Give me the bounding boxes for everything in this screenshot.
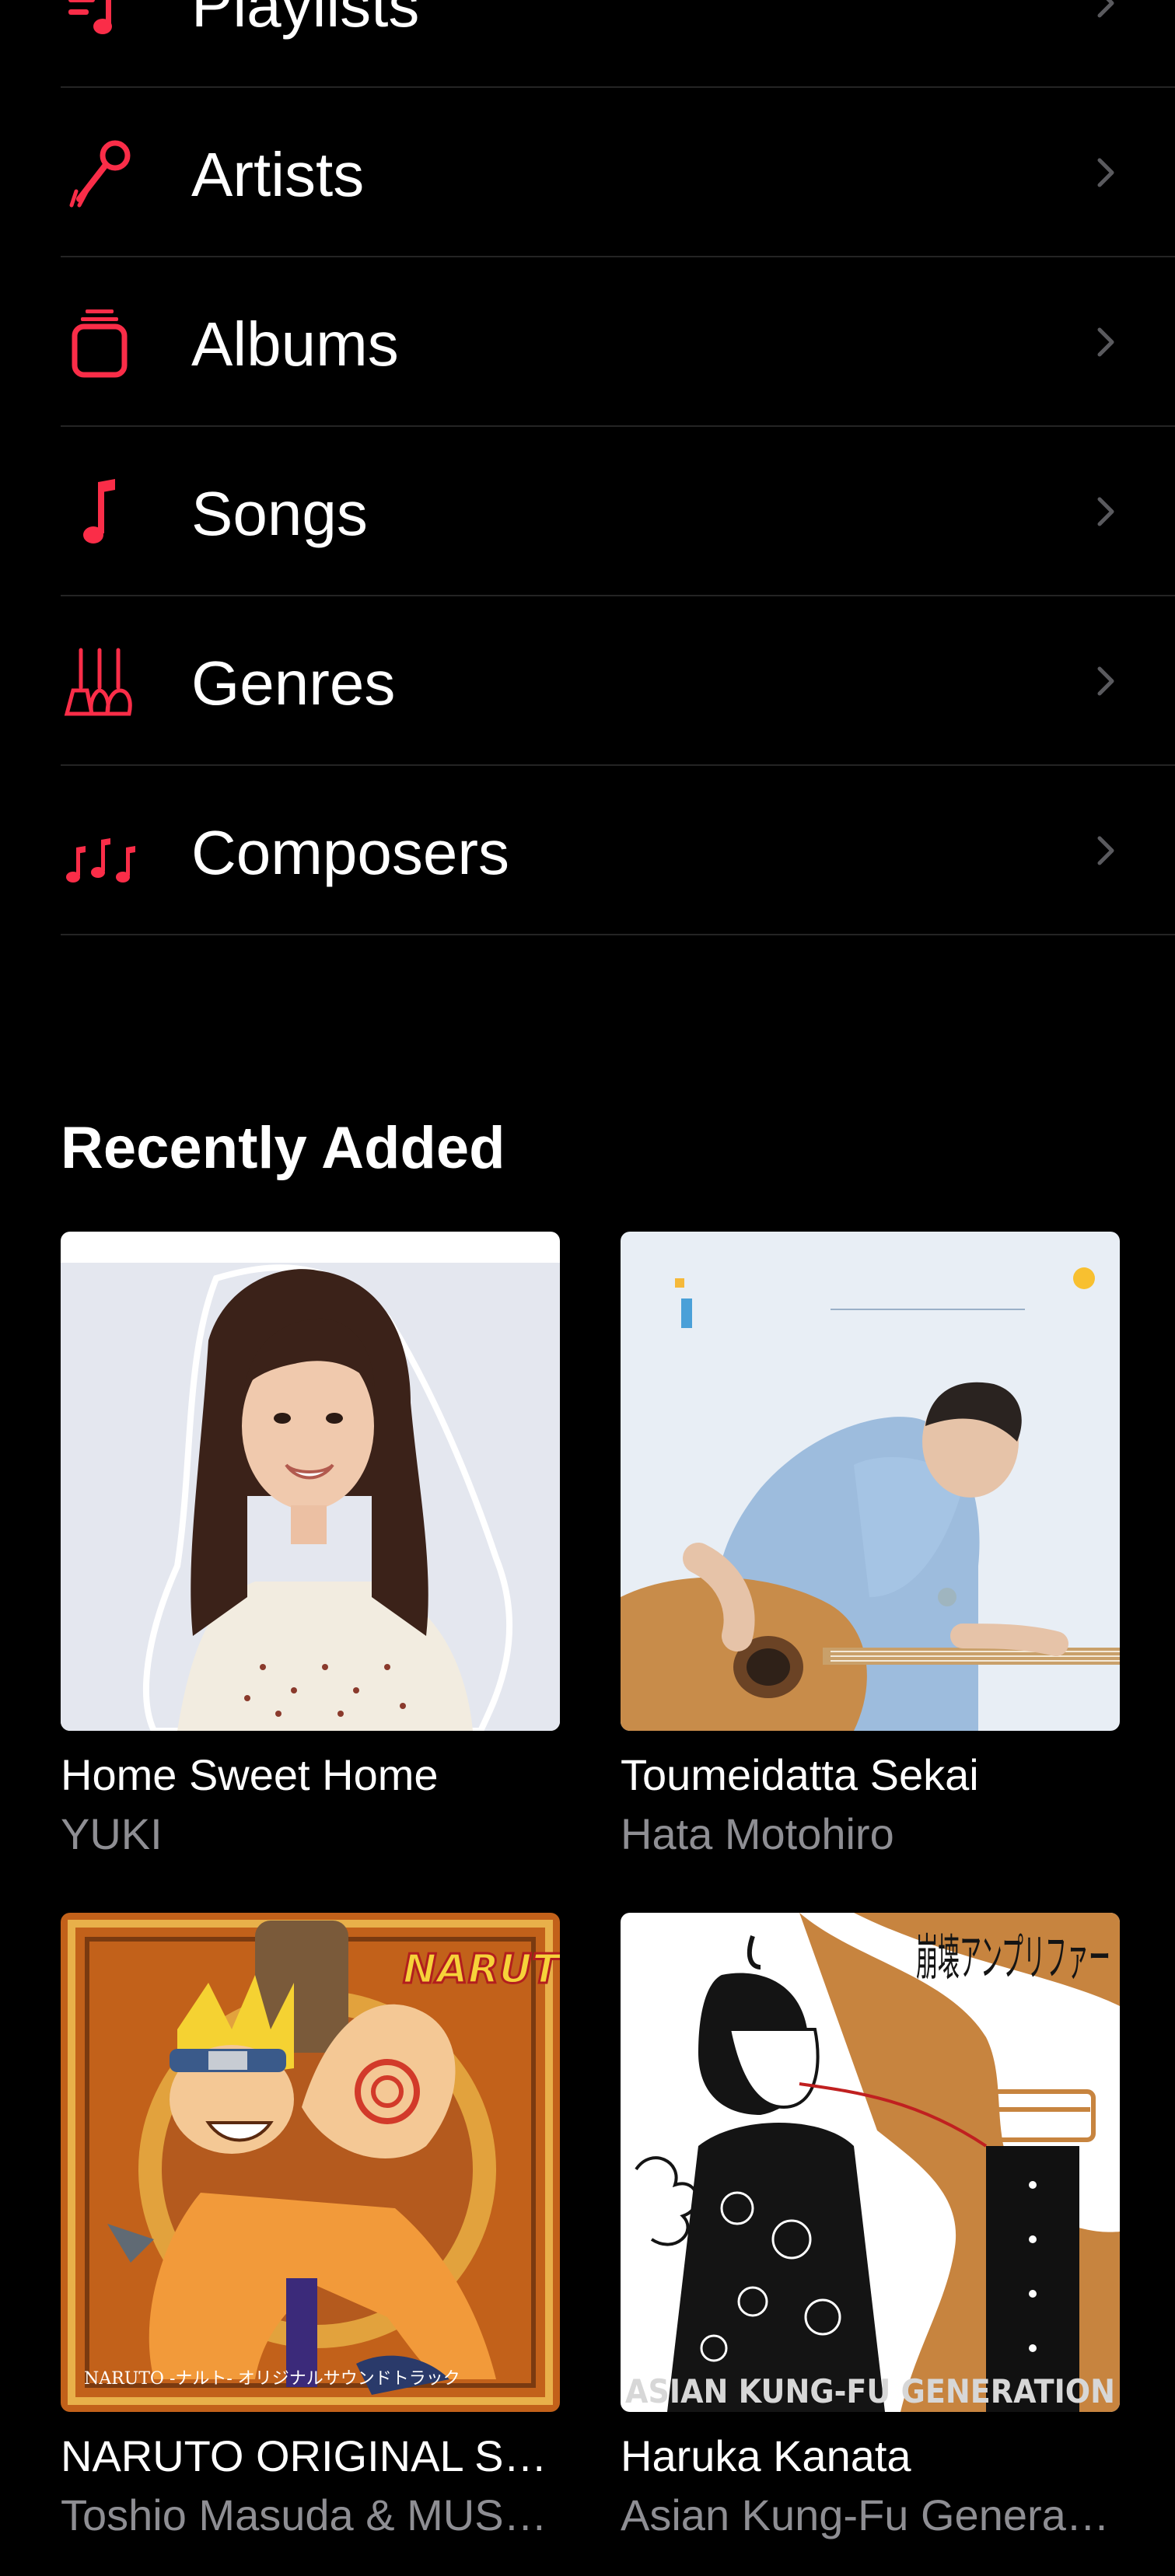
music-note-icon xyxy=(61,473,138,551)
album-title: NARUTO ORIGINAL SOUNDTRACK xyxy=(61,2431,560,2480)
cover-caption: NARUTO -ナルト- オリジナルサウンドトラック xyxy=(84,2369,460,2389)
chevron-right-icon xyxy=(1089,664,1123,698)
menu-item-composers[interactable]: Composers xyxy=(0,766,1175,935)
album-tile[interactable]: NARUTO NARUTO -ナルト- オリジナルサウンドトラック NARUTO… xyxy=(61,1913,560,2541)
album-title: Home Sweet Home xyxy=(61,1750,439,1799)
menu-item-genres[interactable]: Genres xyxy=(0,596,1175,766)
album-tile[interactable]: Home Sweet Home YUKI xyxy=(61,1232,560,1860)
menu-item-label: Composers xyxy=(191,818,510,887)
section-title-recently-added: Recently Added xyxy=(61,1115,505,1181)
portrait-woman-cover[interactable] xyxy=(61,1232,560,1731)
album-title: Haruka Kanata xyxy=(621,2431,911,2480)
menu-item-artists[interactable]: Artists xyxy=(0,88,1175,257)
illustrated-girl-cover[interactable]: 崩壊アンプリファー ASIAN KUNG-FU GENERATION xyxy=(621,1913,1120,2412)
album-artist: Asian Kung-Fu Generation xyxy=(621,2490,1120,2539)
menu-item-songs[interactable]: Songs xyxy=(0,427,1175,596)
album-artist: Hata Motohiro xyxy=(621,1809,894,1858)
man-guitar-cover[interactable] xyxy=(621,1232,1120,1731)
naruto-cover[interactable]: NARUTO NARUTO -ナルト- オリジナルサウンドトラック xyxy=(61,1913,560,2412)
divider xyxy=(61,934,1175,935)
menu-item-label: Artists xyxy=(191,140,365,209)
playlist-icon xyxy=(61,0,138,42)
menu-item-albums[interactable]: Albums xyxy=(0,257,1175,427)
album-artist: Toshio Masuda & MUSASHI PROJECT xyxy=(61,2490,560,2539)
chevron-right-icon xyxy=(1089,325,1123,359)
library-menu: Playlists Artists Albums Songs Genres Co… xyxy=(0,0,1175,935)
menu-item-label: Genres xyxy=(191,648,396,718)
album-tile[interactable]: 崩壊アンプリファー ASIAN KUNG-FU GENERATION Haruk… xyxy=(621,1913,1120,2541)
chevron-right-icon xyxy=(1089,156,1123,190)
menu-item-label: Albums xyxy=(191,309,399,379)
cover-logo-text: NARUTO xyxy=(403,1946,560,1993)
chevron-right-icon xyxy=(1089,834,1123,868)
chevron-right-icon xyxy=(1089,495,1123,529)
music-notes-icon xyxy=(61,812,138,890)
menu-item-label: Songs xyxy=(191,479,368,548)
menu-item-label: Playlists xyxy=(191,0,420,40)
menu-item-playlists[interactable]: Playlists xyxy=(0,0,1175,88)
guitars-icon xyxy=(61,642,138,720)
microphone-icon xyxy=(61,134,138,211)
album-tile[interactable]: Toumeidatta Sekai Hata Motohiro xyxy=(621,1232,1120,1860)
album-stack-icon xyxy=(61,303,138,381)
album-artist: YUKI xyxy=(61,1809,163,1858)
cover-title-text: 崩壊アンプリファー xyxy=(916,1930,1110,1987)
album-title: Toumeidatta Sekai xyxy=(621,1750,979,1799)
chevron-right-icon xyxy=(1089,0,1123,20)
cover-band-text: ASIAN KUNG-FU GENERATION xyxy=(625,2372,1115,2410)
